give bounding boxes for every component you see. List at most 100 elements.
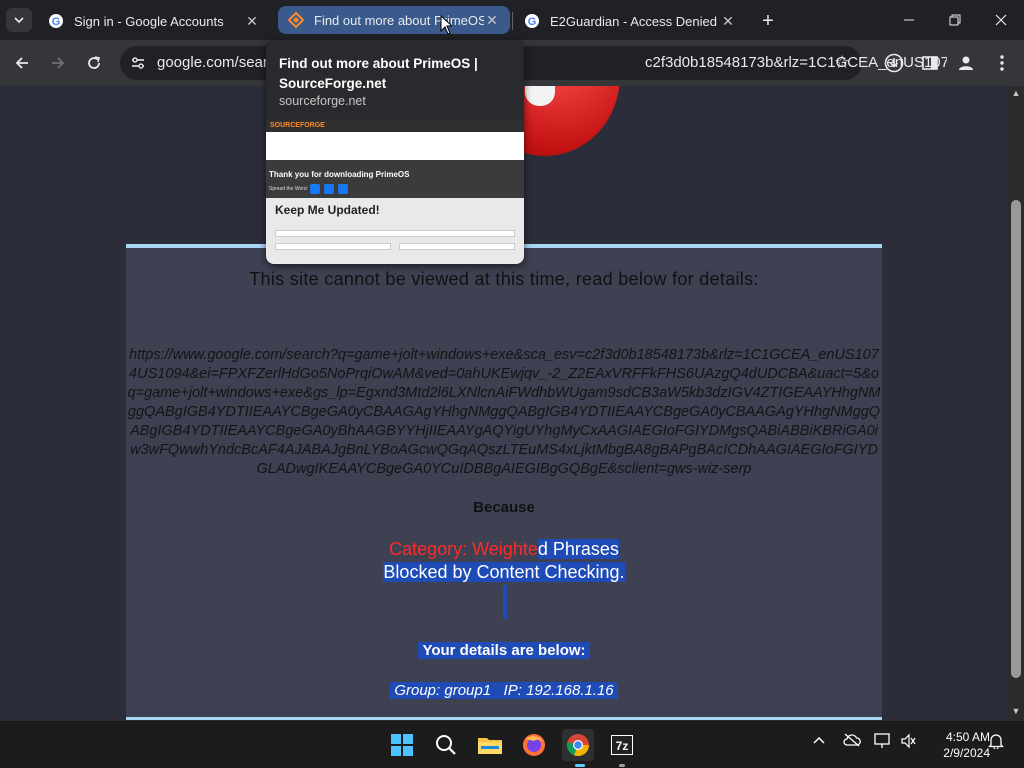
block-reason: Category: Weighted Phrases Blocked by Co…: [126, 538, 882, 584]
chrome-button[interactable]: [562, 729, 594, 761]
side-panel-icon: [922, 56, 938, 70]
7zip-icon: 7z: [611, 735, 633, 755]
volume-tray-icon[interactable]: [900, 733, 916, 752]
minimize-icon: [904, 19, 914, 21]
tab-google-accounts[interactable]: G Sign in - Google Accounts ✕: [38, 6, 270, 36]
blocked-url: https://www.google.com/search?q=game+jol…: [127, 347, 881, 477]
network-tray-icon[interactable]: [874, 733, 892, 752]
reload-icon: [88, 56, 100, 69]
firefox-button[interactable]: [518, 729, 550, 761]
side-panel-button[interactable]: [918, 51, 942, 75]
tab-primeos[interactable]: Find out more about PrimeOS ✕: [278, 6, 510, 34]
start-button[interactable]: [386, 729, 418, 761]
firefox-icon: [523, 734, 545, 756]
sourceforge-logo: SOURCEFORGE: [270, 122, 325, 129]
bookmark-star-icon[interactable]: ☆: [834, 52, 850, 73]
onedrive-tray-icon[interactable]: [843, 733, 861, 750]
because-label: Because: [473, 499, 535, 516]
running-app-indicator: [619, 764, 625, 767]
restore-icon: [949, 14, 961, 26]
scroll-up-icon[interactable]: ▲: [1010, 88, 1022, 100]
tab-search-button[interactable]: [6, 8, 32, 32]
close-icon[interactable]: ✕: [720, 13, 736, 29]
chrome-icon: [567, 734, 590, 757]
blocked-reason-text: Blocked by Content Checking.: [383, 562, 625, 582]
preview-email-field: [275, 230, 515, 237]
tab-strip: G Sign in - Google Accounts ✕ Find out m…: [0, 0, 1024, 40]
preview-banner: [266, 132, 524, 160]
preview-spread-text: Spread the Word:: [269, 186, 309, 192]
arrow-right-icon: [52, 57, 65, 69]
close-icon: [995, 14, 1007, 26]
close-window-button[interactable]: [978, 0, 1024, 40]
selection-highlight: [503, 585, 507, 619]
scroll-down-icon[interactable]: ▼: [1010, 706, 1022, 718]
active-app-indicator: [575, 764, 585, 767]
scrollbar-thumb[interactable]: [1011, 200, 1021, 678]
google-icon: G: [524, 13, 540, 29]
profile-button[interactable]: [954, 51, 978, 75]
folder-icon: [478, 738, 502, 754]
clock-time: 4:50 AM: [945, 730, 990, 744]
group-ip-text: Group: group1 IP: 192.168.1.16: [390, 682, 618, 699]
kebab-menu-icon: [1000, 55, 1004, 71]
close-icon[interactable]: ✕: [244, 13, 260, 29]
category-suffix: d Phrases: [537, 539, 619, 559]
site-info-icon[interactable]: [130, 55, 146, 71]
tab-e2guardian[interactable]: G E2Guardian - Access Denied ✕: [514, 6, 746, 36]
hover-card-preview: SOURCEFORGE Thank you for downloading Pr…: [266, 120, 524, 264]
preview-dark-section: [266, 160, 524, 198]
preview-thanks-text: Thank you for downloading PrimeOS: [269, 170, 410, 179]
cloud-off-icon: [843, 733, 861, 747]
7zip-button[interactable]: 7z: [606, 729, 638, 761]
tab-title: E2Guardian - Access Denied: [550, 13, 717, 29]
hover-card-domain: sourceforge.net: [279, 94, 366, 108]
download-icon: [884, 53, 904, 73]
reload-button[interactable]: [80, 49, 108, 77]
profile-icon: [959, 56, 973, 70]
windows-icon: [391, 734, 413, 756]
facebook-icon: [324, 184, 334, 194]
tab-divider: [512, 12, 513, 30]
search-button[interactable]: [430, 729, 462, 761]
tab-hover-card: Find out more about PrimeOS | SourceForg…: [266, 40, 524, 264]
details-heading: Your details are below:: [126, 642, 882, 659]
chevron-up-icon: [813, 736, 825, 744]
linkedin-icon: [338, 184, 348, 194]
minimize-button[interactable]: [886, 0, 932, 40]
details-heading-text: Your details are below:: [418, 642, 590, 659]
file-explorer-button[interactable]: [474, 729, 506, 761]
new-tab-button[interactable]: +: [756, 10, 780, 32]
close-icon[interactable]: ✕: [484, 12, 500, 28]
hover-card-title: Find out more about PrimeOS | SourceForg…: [279, 56, 478, 91]
preview-select-field: [399, 243, 515, 250]
show-hidden-icons-button[interactable]: [813, 733, 825, 749]
tab-title: Sign in - Google Accounts: [74, 13, 224, 29]
svg-text:G: G: [528, 16, 537, 28]
restore-button[interactable]: [932, 0, 978, 40]
preview-keep-updated: Keep Me Updated!: [275, 203, 380, 217]
clock-date: 2/9/2024: [943, 746, 990, 760]
notifications-button[interactable]: [987, 733, 1005, 752]
page-headline: This site cannot be viewed at this time,…: [249, 269, 759, 289]
tab-title: Find out more about PrimeOS: [314, 12, 484, 28]
downloads-button[interactable]: [882, 51, 906, 75]
category-prefix: Category: Weighte: [389, 539, 538, 559]
forward-button[interactable]: [44, 49, 72, 77]
taskbar: 7z 4:50 AM 2/9/2024: [0, 720, 1024, 768]
menu-button[interactable]: [990, 51, 1014, 75]
bell-icon: [987, 734, 1005, 751]
twitter-icon: [310, 184, 320, 194]
chevron-down-icon: [14, 17, 24, 24]
network-icon: [874, 733, 890, 748]
svg-text:7z: 7z: [616, 739, 629, 753]
address-text-start: google.com/searc: [157, 54, 276, 71]
google-icon: G: [48, 13, 64, 29]
speaker-muted-icon: [901, 733, 916, 749]
search-icon: [436, 735, 456, 755]
mouse-cursor-icon: [440, 15, 452, 35]
arrow-left-icon: [15, 57, 28, 69]
preview-select-field: [275, 243, 391, 250]
system-clock[interactable]: 4:50 AM 2/9/2024: [922, 729, 990, 761]
back-button[interactable]: [8, 49, 36, 77]
